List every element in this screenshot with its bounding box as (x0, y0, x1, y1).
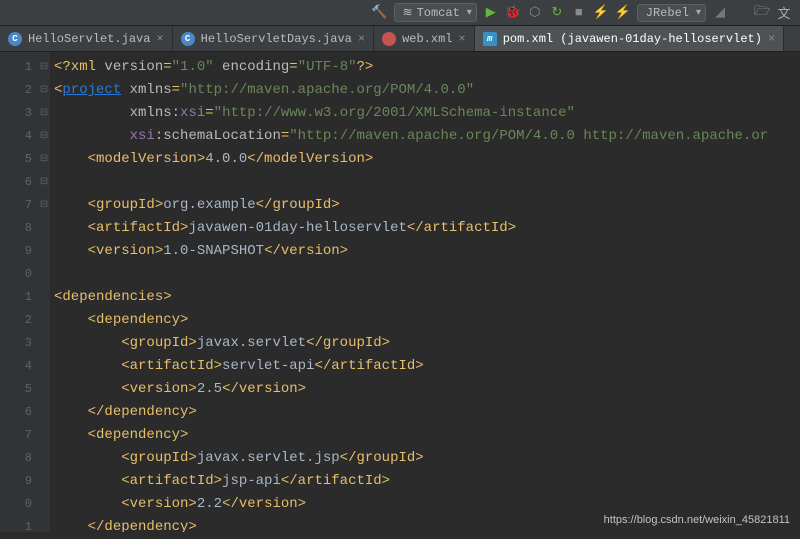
line-number: 1 (0, 516, 32, 539)
jrebel-label: JRebel (646, 6, 689, 20)
open-icon[interactable]: 🗁 (754, 5, 770, 21)
close-icon[interactable]: × (156, 32, 163, 46)
fold-column: ⊟ ⊟ ⊟ ⊟ ⊟ ⊟ ⊟ (38, 52, 50, 532)
line-number: 7 (0, 194, 32, 217)
line-number: 1 (0, 56, 32, 79)
stop-icon[interactable]: ■ (571, 5, 587, 21)
line-number: 4 (0, 355, 32, 378)
line-number: 1 (0, 286, 32, 309)
line-number: 2 (0, 309, 32, 332)
jrebel-run-icon[interactable]: ⚡ (593, 5, 609, 21)
line-number: 0 (0, 263, 32, 286)
watermark-text: https://blog.csdn.net/weixin_45821811 (604, 514, 790, 526)
line-number: 4 (0, 125, 32, 148)
tomcat-icon: ≋ (403, 5, 413, 20)
tab-label: web.xml (402, 32, 452, 46)
maven-icon: m (483, 32, 497, 46)
close-icon[interactable]: × (768, 32, 775, 46)
fold-marker[interactable]: ⊟ (38, 102, 50, 125)
fold-marker[interactable]: ⊟ (38, 148, 50, 171)
run-config-label: Tomcat (417, 6, 460, 20)
line-number: 5 (0, 148, 32, 171)
fold-marker[interactable]: ⊟ (38, 194, 50, 217)
run-config-combo[interactable]: ≋ Tomcat (394, 3, 477, 22)
run-icon[interactable]: ▶ (483, 5, 499, 21)
line-number: 5 (0, 378, 32, 401)
line-number: 6 (0, 171, 32, 194)
debug-icon[interactable]: 🐞 (505, 5, 521, 21)
line-number: 6 (0, 401, 32, 424)
jrebel-debug-icon[interactable]: ⚡ (615, 5, 631, 21)
line-number: 0 (0, 493, 32, 516)
code-content[interactable]: <?xml version="1.0" encoding="UTF-8"?><p… (50, 52, 800, 532)
editor-tabs: C HelloServlet.java × C HelloServletDays… (0, 26, 800, 52)
line-number: 7 (0, 424, 32, 447)
tab-label: pom.xml (javawen-01day-helloservlet) (503, 32, 762, 46)
line-number: 8 (0, 217, 32, 240)
profiler-icon[interactable]: ↻ (549, 5, 565, 21)
close-icon[interactable]: × (358, 32, 365, 46)
coverage-icon[interactable]: ⬡ (527, 5, 543, 21)
line-number: 8 (0, 447, 32, 470)
translate-icon[interactable]: 文 (776, 5, 792, 21)
line-number: 9 (0, 470, 32, 493)
close-icon[interactable]: × (458, 32, 465, 46)
fold-marker[interactable]: ⊟ (38, 56, 50, 79)
tab-label: HelloServletDays.java (201, 32, 352, 46)
main-toolbar: 🔨 ≋ Tomcat ▶ 🐞 ⬡ ↻ ■ ⚡ ⚡ JRebel ◢ 🗁 文 (0, 0, 800, 26)
line-number: 3 (0, 332, 32, 355)
editor-area: 1 2 3 4 5 6 7 8 9 0 1 2 3 4 5 6 7 8 9 0 … (0, 52, 800, 532)
tab-webxml[interactable]: web.xml × (374, 26, 475, 51)
fold-marker[interactable]: ⊟ (38, 79, 50, 102)
tab-label: HelloServlet.java (28, 32, 150, 46)
fold-marker[interactable]: ⊟ (38, 125, 50, 148)
line-number: 3 (0, 102, 32, 125)
tab-helloservlet[interactable]: C HelloServlet.java × (0, 26, 173, 51)
line-gutter: 1 2 3 4 5 6 7 8 9 0 1 2 3 4 5 6 7 8 9 0 … (0, 52, 38, 532)
line-number: 9 (0, 240, 32, 263)
agent-icon[interactable]: ◢ (712, 5, 728, 21)
jrebel-combo[interactable]: JRebel (637, 4, 706, 22)
fold-marker[interactable]: ⊟ (38, 171, 50, 194)
xml-icon (382, 32, 396, 46)
java-class-icon: C (8, 32, 22, 46)
hammer-icon[interactable]: 🔨 (372, 5, 388, 21)
tab-pomxml[interactable]: m pom.xml (javawen-01day-helloservlet) × (475, 26, 784, 51)
java-class-icon: C (181, 32, 195, 46)
line-number: 2 (0, 79, 32, 102)
tab-helloservletdays[interactable]: C HelloServletDays.java × (173, 26, 374, 51)
